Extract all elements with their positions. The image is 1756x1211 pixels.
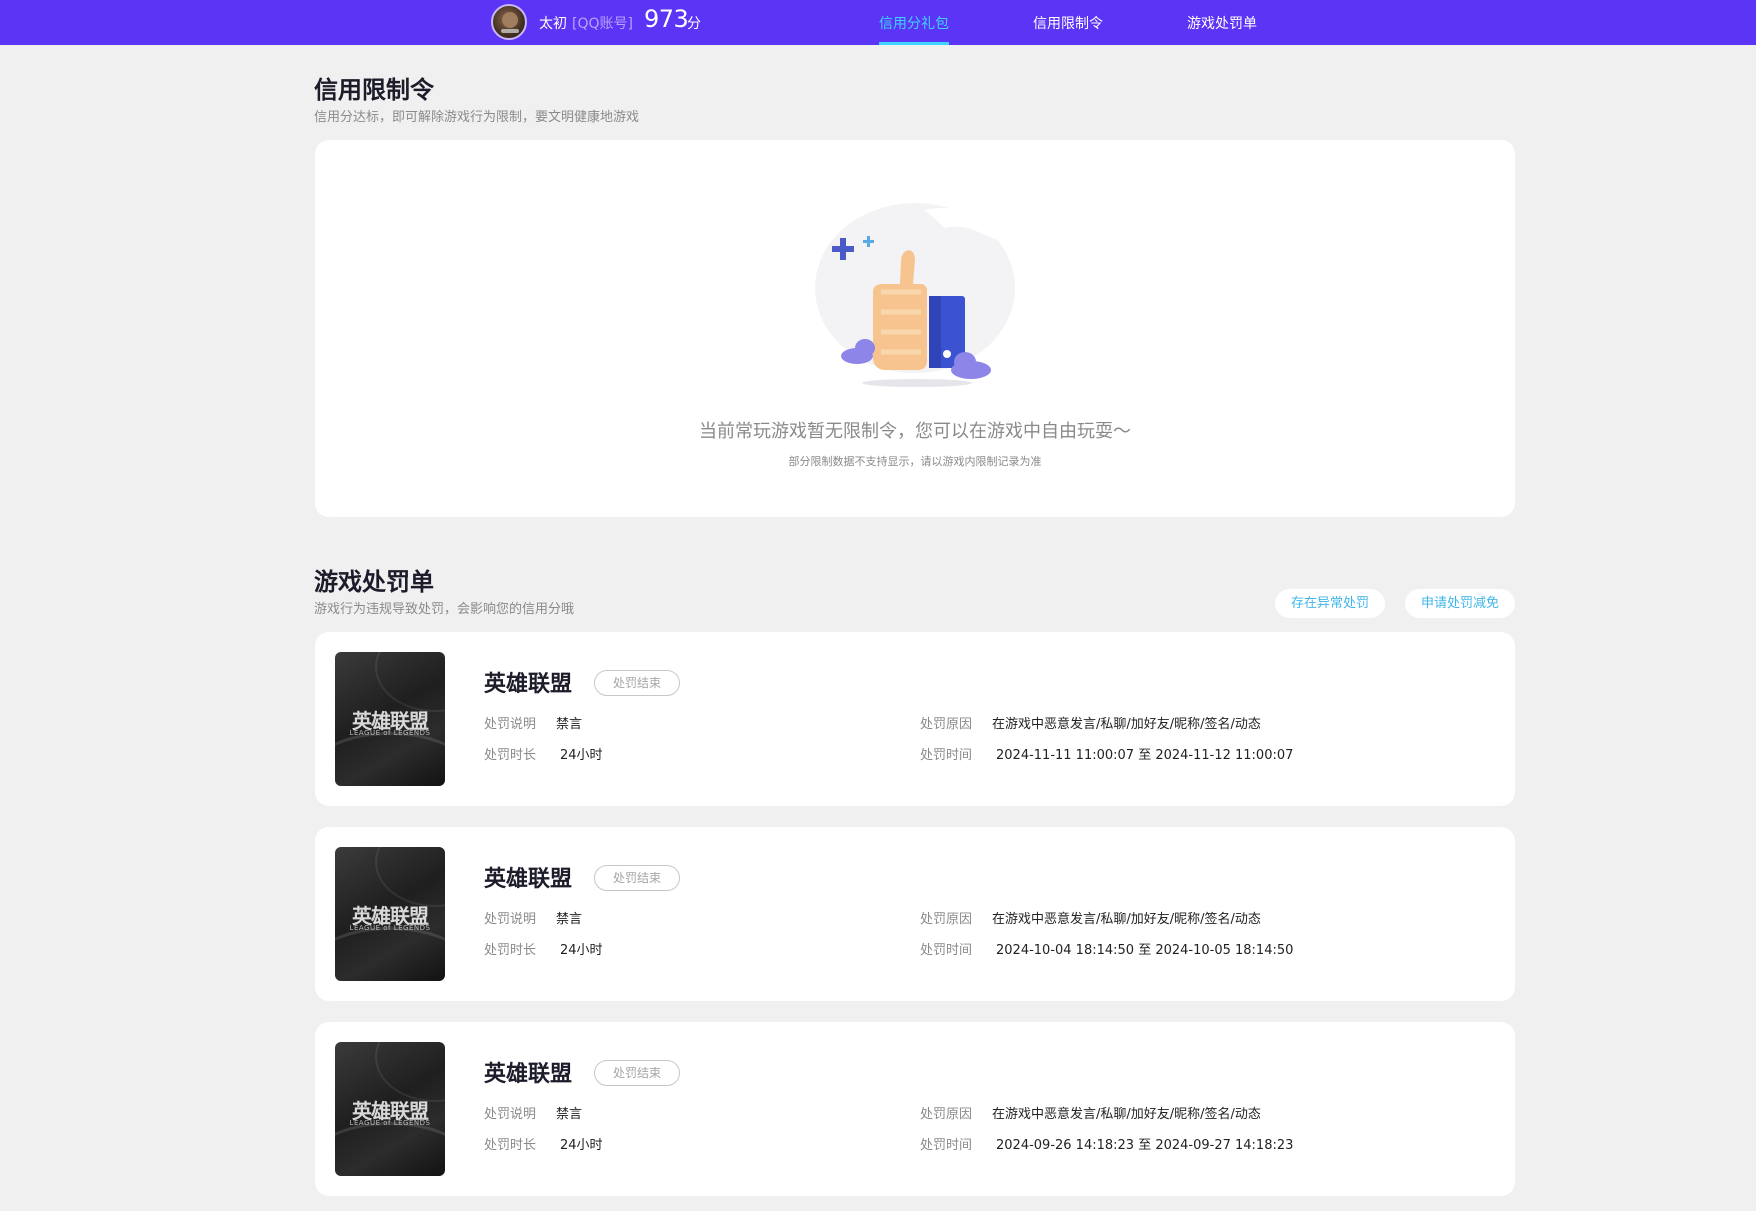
penalty-desc-label: 处罚说明 bbox=[484, 912, 537, 927]
game-name: 英雄联盟 bbox=[484, 1062, 573, 1087]
penalty-duration-label: 处罚时长 bbox=[484, 943, 537, 958]
report-abnormal-penalty-button[interactable]: 存在异常处罚 bbox=[1275, 589, 1385, 618]
penalty-duration-value: 24小时 bbox=[560, 1138, 603, 1153]
penalty-duration-value: 24小时 bbox=[560, 748, 603, 763]
penalty-desc-label: 处罚说明 bbox=[484, 1107, 537, 1122]
game-logo-en: LEAGUE of LEGENDS bbox=[349, 1119, 431, 1127]
empty-state-message: 当前常玩游戏暂无限制令，您可以在游戏中自由玩耍～ bbox=[699, 421, 1131, 442]
penalty-time-label: 处罚时间 bbox=[920, 1138, 973, 1153]
penalty-duration-label: 处罚时长 bbox=[484, 1138, 537, 1153]
game-name: 英雄联盟 bbox=[484, 672, 573, 697]
penalty-time-label: 处罚时间 bbox=[920, 748, 973, 763]
penalty-desc-value: 禁言 bbox=[556, 912, 583, 927]
penalty-subtitle: 游戏行为违规导致处罚，会影响您的信用分哦 bbox=[314, 602, 575, 617]
game-logo-en: LEAGUE of LEGENDS bbox=[349, 924, 431, 932]
nav-credit-restriction[interactable]: 信用限制令 bbox=[1033, 13, 1103, 33]
penalty-reason-value: 在游戏中恶意发言/私聊/加好友/昵称/签名/动态 bbox=[992, 1107, 1261, 1122]
empty-state-note: 部分限制数据不支持显示，请以游戏内限制记录为准 bbox=[788, 455, 1042, 468]
penalty-duration-value: 24小时 bbox=[560, 943, 603, 958]
game-cover-image: 英雄联盟 LEAGUE of LEGENDS bbox=[335, 847, 445, 981]
penalty-time-value: 2024-09-26 14:18:23 至 2024-09-27 14:18:2… bbox=[996, 1138, 1294, 1153]
apply-penalty-reduction-button[interactable]: 申请处罚减免 bbox=[1405, 589, 1515, 618]
penalty-desc-value: 禁言 bbox=[556, 717, 583, 732]
penalty-status-badge: 处罚结束 bbox=[594, 865, 680, 891]
penalty-time-value: 2024-11-11 11:00:07 至 2024-11-12 11:00:0… bbox=[996, 748, 1294, 763]
account-type: [QQ账号] bbox=[572, 16, 633, 32]
game-logo-en: LEAGUE of LEGENDS bbox=[349, 729, 431, 737]
penalty-reason-value: 在游戏中恶意发言/私聊/加好友/昵称/签名/动态 bbox=[992, 717, 1261, 732]
restriction-card: 当前常玩游戏暂无限制令，您可以在游戏中自由玩耍～ 部分限制数据不支持显示，请以游… bbox=[315, 140, 1515, 517]
avatar[interactable] bbox=[491, 4, 527, 40]
penalty-time-label: 处罚时间 bbox=[920, 943, 973, 958]
username: 太初 bbox=[539, 16, 567, 32]
penalty-card: 英雄联盟 LEAGUE of LEGENDS 英雄联盟 处罚结束 处罚说明 禁言… bbox=[315, 632, 1515, 806]
penalty-status-badge: 处罚结束 bbox=[594, 670, 680, 696]
penalty-reason-label: 处罚原因 bbox=[920, 912, 973, 927]
thumbs-up-illustration-icon bbox=[815, 203, 1015, 387]
penalty-card: 英雄联盟 LEAGUE of LEGENDS 英雄联盟 处罚结束 处罚说明 禁言… bbox=[315, 827, 1515, 1001]
restriction-title: 信用限制令 bbox=[314, 76, 434, 104]
penalty-reason-value: 在游戏中恶意发言/私聊/加好友/昵称/签名/动态 bbox=[992, 912, 1261, 927]
nav-credit-gift[interactable]: 信用分礼包 bbox=[879, 13, 949, 33]
penalty-desc-value: 禁言 bbox=[556, 1107, 583, 1122]
game-name: 英雄联盟 bbox=[484, 867, 573, 892]
nav-game-penalty[interactable]: 游戏处罚单 bbox=[1187, 13, 1257, 33]
penalty-card: 英雄联盟 LEAGUE of LEGENDS 英雄联盟 处罚结束 处罚说明 禁言… bbox=[315, 1022, 1515, 1196]
credit-score-unit: 分 bbox=[687, 16, 701, 32]
game-cover-image: 英雄联盟 LEAGUE of LEGENDS bbox=[335, 652, 445, 786]
nav-active-underline bbox=[879, 42, 949, 45]
restriction-subtitle: 信用分达标，即可解除游戏行为限制，要文明健康地游戏 bbox=[314, 110, 640, 125]
penalty-reason-label: 处罚原因 bbox=[920, 717, 973, 732]
penalty-title: 游戏处罚单 bbox=[314, 568, 434, 596]
credit-score: 973 bbox=[644, 5, 689, 33]
penalty-reason-label: 处罚原因 bbox=[920, 1107, 973, 1122]
penalty-duration-label: 处罚时长 bbox=[484, 748, 537, 763]
penalty-desc-label: 处罚说明 bbox=[484, 717, 537, 732]
top-bar: 太初 [QQ账号] 973 分 信用分礼包 信用限制令 游戏处罚单 bbox=[0, 0, 1756, 45]
penalty-status-badge: 处罚结束 bbox=[594, 1060, 680, 1086]
game-cover-image: 英雄联盟 LEAGUE of LEGENDS bbox=[335, 1042, 445, 1176]
penalty-time-value: 2024-10-04 18:14:50 至 2024-10-05 18:14:5… bbox=[996, 943, 1294, 958]
